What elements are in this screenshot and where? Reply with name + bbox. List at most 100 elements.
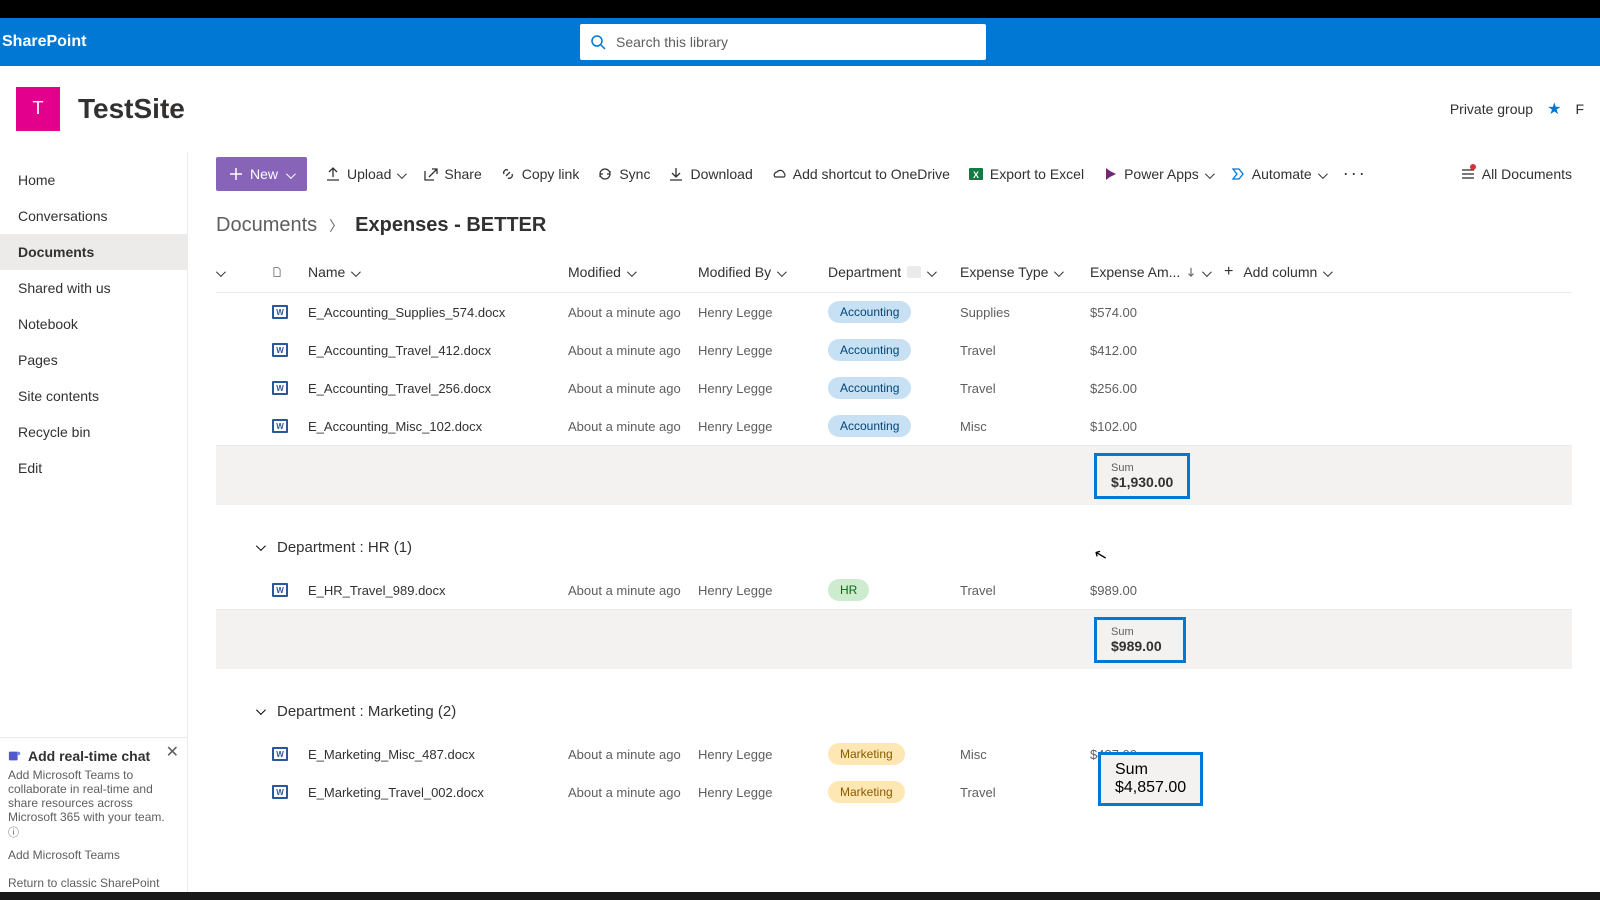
sort-desc-icon	[1186, 267, 1196, 277]
row-expense-amount: $574.00	[1090, 305, 1224, 320]
col-expense-type[interactable]: Expense Type	[960, 264, 1090, 280]
views-label: All Documents	[1482, 166, 1572, 182]
row-name[interactable]: E_Accounting_Misc_102.docx	[308, 419, 568, 434]
chevron-down-icon	[286, 166, 293, 182]
sum-label: Sum	[1115, 761, 1186, 779]
row-icon: W	[272, 303, 308, 321]
dept-badge: Accounting	[828, 415, 911, 437]
col-add[interactable]: +Add column	[1224, 263, 1572, 281]
row-modified-by[interactable]: Henry Legge	[698, 785, 828, 800]
col-modified-by[interactable]: Modified By	[698, 264, 828, 280]
share-button[interactable]: Share	[422, 166, 481, 182]
row-modified-by[interactable]: Henry Legge	[698, 583, 828, 598]
copylink-button[interactable]: Copy link	[500, 166, 580, 182]
nav-item-documents[interactable]: Documents	[0, 234, 187, 270]
close-icon[interactable]: ✕	[166, 742, 179, 762]
row-name[interactable]: E_Marketing_Travel_002.docx	[308, 785, 568, 800]
row-modified-by[interactable]: Henry Legge	[698, 343, 828, 358]
export-excel-button[interactable]: X Export to Excel	[968, 166, 1084, 182]
site-name[interactable]: TestSite	[78, 93, 185, 125]
upload-button[interactable]: Upload	[325, 166, 404, 182]
chevron-down-icon	[351, 264, 358, 280]
nav-item-pages[interactable]: Pages	[0, 342, 187, 378]
nav-item-home[interactable]: Home	[0, 162, 187, 198]
powerapps-button[interactable]: Power Apps	[1102, 166, 1212, 182]
table-row[interactable]: WE_Accounting_Misc_102.docxAbout a minut…	[216, 407, 1572, 445]
row-modified-by[interactable]: Henry Legge	[698, 305, 828, 320]
sum-box: Sum$989.00	[1094, 617, 1186, 663]
info-icon[interactable]: ⓘ	[8, 827, 19, 839]
chevron-down-icon	[256, 702, 263, 720]
nav-item-recycle-bin[interactable]: Recycle bin	[0, 414, 187, 450]
row-modified-by[interactable]: Henry Legge	[698, 747, 828, 762]
row-name[interactable]: E_Accounting_Travel_412.docx	[308, 343, 568, 358]
row-name[interactable]: E_HR_Travel_989.docx	[308, 583, 568, 598]
row-modified-by[interactable]: Henry Legge	[698, 419, 828, 434]
nav-item-notebook[interactable]: Notebook	[0, 306, 187, 342]
sum-box: Sum$1,930.00	[1094, 453, 1190, 499]
group-collapse-all[interactable]	[216, 264, 272, 280]
group-header[interactable]: Department : HR (1)	[216, 523, 1572, 571]
views-button[interactable]: All Documents	[1460, 166, 1572, 182]
more-button[interactable]: ···	[1343, 163, 1367, 184]
nav-item-site-contents[interactable]: Site contents	[0, 378, 187, 414]
search-input[interactable]	[616, 34, 976, 50]
download-label: Download	[690, 166, 752, 182]
col-file-icon[interactable]	[272, 267, 308, 277]
add-shortcut-button[interactable]: Add shortcut to OneDrive	[771, 166, 950, 182]
row-department: Accounting	[828, 377, 960, 399]
row-name[interactable]: E_Accounting_Travel_256.docx	[308, 381, 568, 396]
chevron-down-icon	[256, 538, 263, 556]
table-row[interactable]: WE_Accounting_Travel_256.docxAbout a min…	[216, 369, 1572, 407]
row-modified: About a minute ago	[568, 785, 698, 800]
nav-item-shared-with-us[interactable]: Shared with us	[0, 270, 187, 306]
col-modified[interactable]: Modified	[568, 264, 698, 280]
chevron-down-icon	[216, 264, 223, 280]
download-button[interactable]: Download	[668, 166, 752, 182]
star-icon[interactable]: ★	[1547, 99, 1561, 119]
automate-button[interactable]: Automate	[1230, 166, 1325, 182]
breadcrumb-root[interactable]: Documents	[216, 214, 317, 237]
table-row[interactable]: WE_Marketing_Misc_487.docxAbout a minute…	[216, 735, 1572, 773]
copylink-label: Copy link	[522, 166, 580, 182]
row-expense-type: Travel	[960, 343, 1090, 358]
row-modified-by[interactable]: Henry Legge	[698, 381, 828, 396]
dept-badge: Marketing	[828, 743, 905, 765]
group-header[interactable]: Department : Marketing (2)	[216, 687, 1572, 735]
chat-promo-title: Add real-time chat	[8, 748, 179, 764]
chevron-down-icon	[1202, 264, 1209, 280]
row-icon: W	[272, 379, 308, 397]
powerapps-label: Power Apps	[1124, 166, 1199, 182]
row-name[interactable]: E_Marketing_Misc_487.docx	[308, 747, 568, 762]
row-department: Marketing	[828, 781, 960, 803]
nav-item-conversations[interactable]: Conversations	[0, 198, 187, 234]
col-modby-label: Modified By	[698, 264, 771, 280]
dept-badge: HR	[828, 579, 869, 601]
col-expense-amount[interactable]: Expense Am...	[1090, 264, 1224, 280]
sync-button[interactable]: Sync	[597, 166, 650, 182]
dept-badge: Accounting	[828, 301, 911, 323]
row-name[interactable]: E_Accounting_Supplies_574.docx	[308, 305, 568, 320]
dept-badge: Marketing	[828, 781, 905, 803]
table-row[interactable]: W E_Accounting_Supplies_574.docxAbout a m…	[216, 293, 1572, 331]
add-teams-link[interactable]: Add Microsoft Teams	[8, 848, 179, 862]
chevron-down-icon	[777, 264, 784, 280]
row-expense-amount: $256.00	[1090, 381, 1224, 396]
search-box[interactable]	[580, 24, 986, 60]
row-modified: About a minute ago	[568, 305, 698, 320]
site-logo[interactable]: T	[16, 87, 60, 131]
table-row[interactable]: WE_Marketing_Travel_002.docxAbout a minu…	[216, 773, 1572, 811]
word-icon: W	[272, 303, 288, 321]
site-meta: Private group ★ F	[1450, 99, 1584, 119]
app-name[interactable]: SharePoint	[0, 33, 86, 51]
new-button[interactable]: New	[216, 157, 307, 191]
table-row[interactable]: WE_Accounting_Travel_412.docxAbout a min…	[216, 331, 1572, 369]
breadcrumb-current: Expenses - BETTER	[355, 214, 546, 237]
sum-row: Sum$1,930.00	[216, 445, 1572, 505]
table-row[interactable]: WE_HR_Travel_989.docxAbout a minute agoH…	[216, 571, 1572, 609]
follow-partial[interactable]: F	[1575, 101, 1584, 117]
chat-promo-body: Add Microsoft Teams to collaborate in re…	[8, 768, 179, 824]
col-department[interactable]: Department	[828, 264, 960, 280]
col-name[interactable]: Name	[308, 264, 568, 280]
nav-item-edit[interactable]: Edit	[0, 450, 187, 486]
